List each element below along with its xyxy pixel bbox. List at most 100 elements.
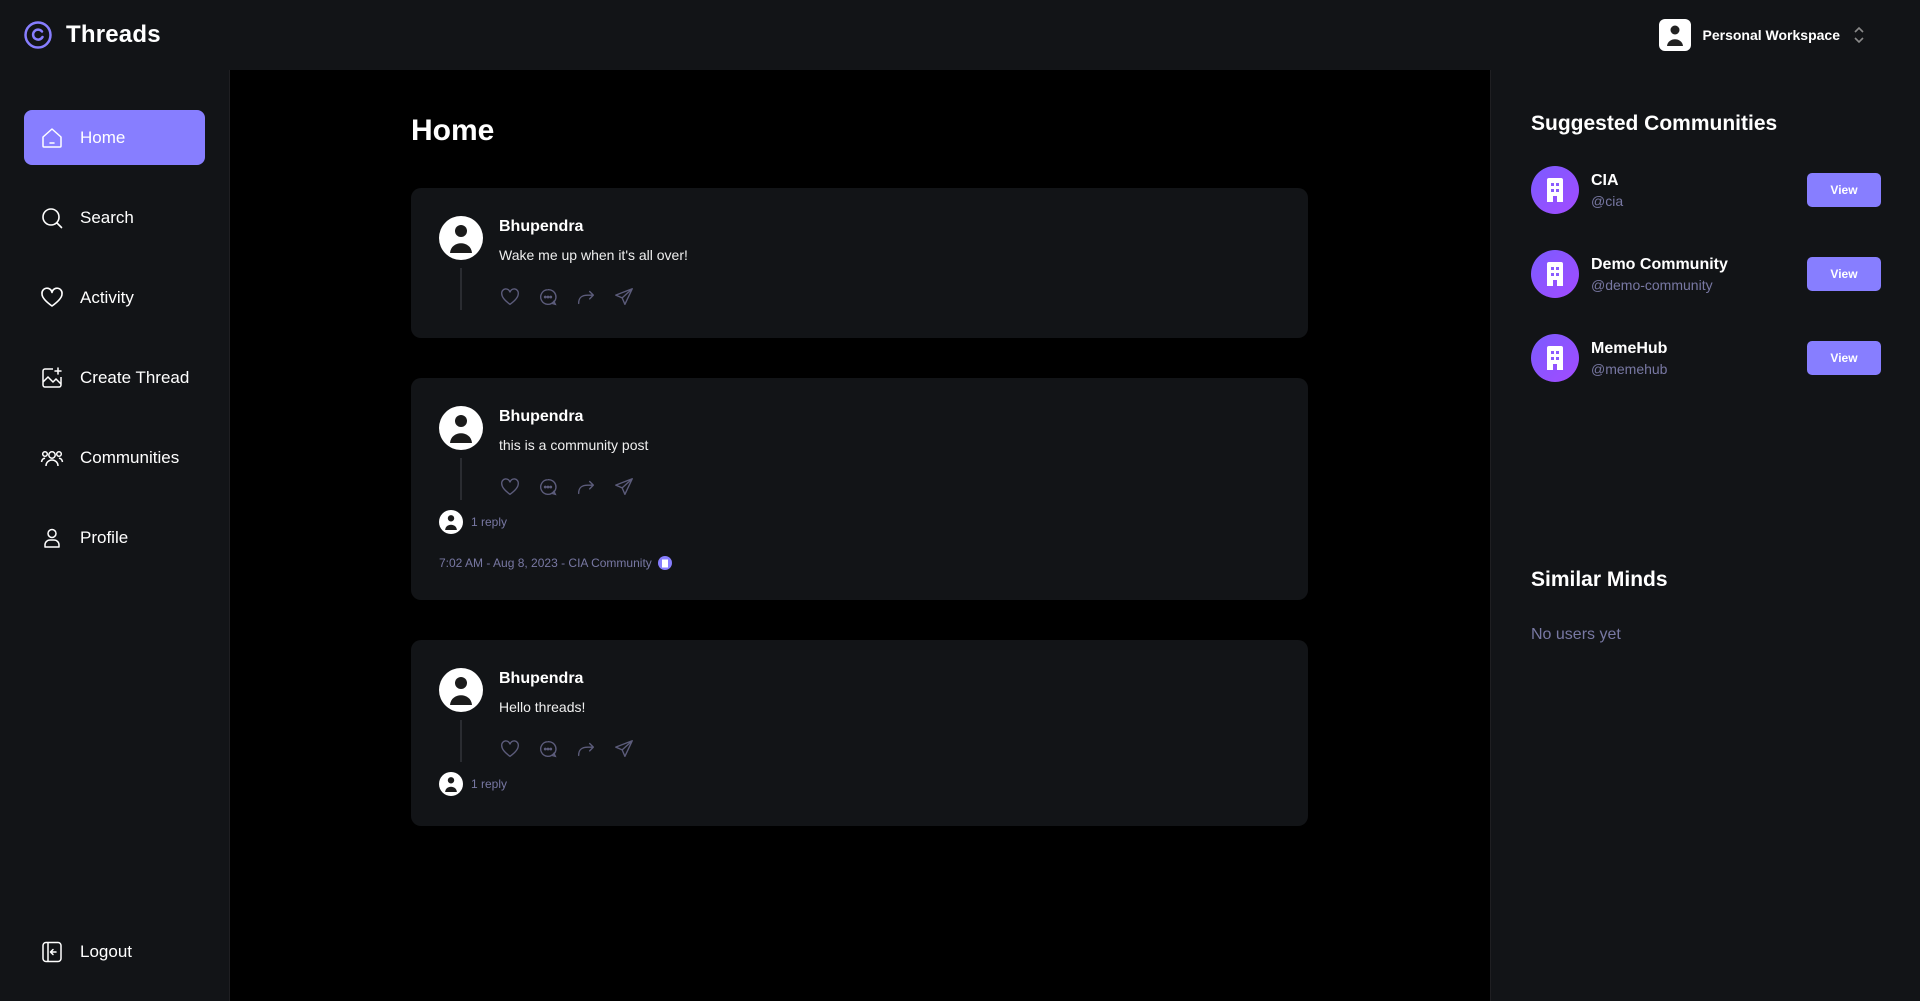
thread-text: this is a community post [499,437,649,453]
thread-actions [499,738,635,760]
sidebar-item-label: Profile [80,527,129,547]
community-handle: @memehub [1591,360,1668,377]
heart-icon[interactable] [499,738,521,760]
workspace-switcher[interactable]: Personal Workspace [1658,19,1896,51]
page-title: Home [411,114,495,147]
sidebar-item-label: Communities [80,447,180,467]
community-item: MemeHub @memehub View [1531,334,1881,382]
similar-minds-title: Similar Minds [1531,568,1668,591]
heart-icon [41,286,63,307]
user-avatar-icon [450,415,472,443]
thread-author[interactable]: Bhupendra [499,218,583,236]
sidebar-item-search[interactable]: Search [24,190,205,245]
community-item: Demo Community @demo-community View [1531,250,1881,298]
suggested-communities-title: Suggested Communities [1531,112,1778,135]
thread-author[interactable]: Bhupendra [499,670,583,688]
building-icon [1547,178,1563,202]
thread-line [460,720,462,762]
thread-actions [499,286,635,308]
author-avatar[interactable] [439,668,483,712]
search-icon [42,207,63,228]
author-avatar[interactable] [439,216,483,260]
share-icon[interactable] [613,286,635,308]
building-icon [1547,262,1563,286]
sidebar-item-create-thread[interactable]: Create Thread [24,350,205,405]
app-name: Threads [66,21,161,48]
main-feed: Home Bhupendra Wake me up when it's all … [230,70,1490,1001]
create-thread-icon [42,366,62,388]
sidebar-item-profile[interactable]: Profile [24,510,205,565]
reply-avatar [439,510,463,534]
sidebar-item-label: Home [80,127,126,147]
logout-label: Logout [80,941,132,961]
community-avatar[interactable] [1531,166,1579,214]
repost-icon[interactable] [575,476,597,498]
sidebar-item-label: Search [80,207,134,227]
community-item: CIA @cia View [1531,166,1881,214]
reply-icon[interactable] [537,286,559,308]
community-badge-icon [657,556,672,570]
author-avatar[interactable] [439,406,483,450]
repost-icon[interactable] [575,738,597,760]
communities-icon [40,450,64,466]
community-avatar[interactable] [1531,334,1579,382]
community-info: Demo Community @demo-community [1591,256,1807,293]
sidebar-item-label: Create Thread [80,367,190,387]
thread-author[interactable]: Bhupendra [499,408,583,426]
community-name: MemeHub [1591,339,1668,357]
sidebar-item-label: Activity [80,287,134,307]
user-avatar-icon [450,677,472,705]
share-icon[interactable] [613,738,635,760]
heart-icon[interactable] [499,476,521,498]
sidebar-item-communities[interactable]: Communities [24,430,205,485]
share-icon[interactable] [613,476,635,498]
thread-card: Bhupendra this is a community post 1 rep… [411,378,1308,600]
view-community-button[interactable]: View [1807,173,1881,207]
thread-text: Hello threads! [499,699,586,715]
logout-icon [42,941,62,962]
community-info: CIA @cia [1591,172,1807,209]
repost-icon[interactable] [575,286,597,308]
user-avatar-icon [1666,25,1683,46]
community-handle: @cia [1591,192,1624,209]
community-name: CIA [1591,171,1619,189]
view-community-button[interactable]: View [1807,341,1881,375]
reply-summary[interactable]: 1 reply [439,510,507,534]
community-avatar[interactable] [1531,250,1579,298]
heart-icon[interactable] [499,286,521,308]
reply-summary[interactable]: 1 reply [439,772,507,796]
community-name: Demo Community [1591,255,1728,273]
thread-line [460,458,462,500]
user-avatar-icon [450,225,472,253]
top-bar: Threads Personal Workspace [0,0,1920,70]
logout-button[interactable]: Logout [24,924,205,979]
reply-avatar [439,772,463,796]
brand[interactable]: Threads [24,21,161,49]
home-icon [42,127,62,148]
sidebar-item-activity[interactable]: Activity [24,270,205,325]
thread-card: Bhupendra Wake me up when it's all over! [411,188,1308,338]
similar-minds-empty: No users yet [1531,626,1621,643]
workspace-name: Personal Workspace [1702,27,1840,43]
reply-count[interactable]: 1 reply [471,777,507,791]
sidebar-item-home[interactable]: Home [24,110,205,165]
thread-card: Bhupendra Hello threads! 1 reply [411,640,1308,826]
right-sidebar: Suggested Communities CIA @cia View Demo… [1490,70,1920,1001]
user-icon [44,528,60,548]
thread-line [460,268,462,310]
thread-actions [499,476,635,498]
workspace-avatar [1658,19,1691,51]
threads-logo-icon [24,21,52,49]
community-handle: @demo-community [1591,276,1713,293]
reply-count[interactable]: 1 reply [471,515,507,529]
view-community-button[interactable]: View [1807,257,1881,291]
thread-meta-text: 7:02 AM - Aug 8, 2023 - CIA Community [439,556,652,570]
user-avatar-icon [445,777,457,792]
thread-meta[interactable]: 7:02 AM - Aug 8, 2023 - CIA Community [439,556,672,570]
user-avatar-icon [445,515,457,530]
community-info: MemeHub @memehub [1591,340,1807,377]
chevron-up-down-icon [1854,26,1864,44]
reply-icon[interactable] [537,476,559,498]
building-icon [1547,346,1563,370]
reply-icon[interactable] [537,738,559,760]
